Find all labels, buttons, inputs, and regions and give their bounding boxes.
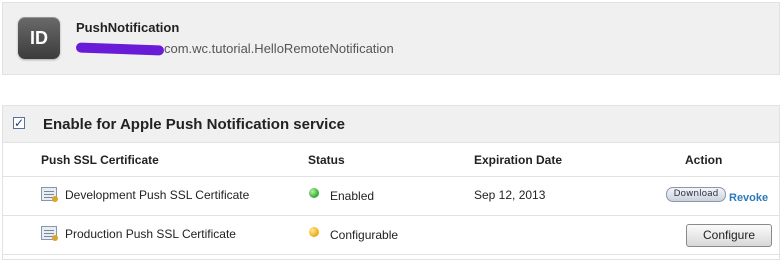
enable-push-checkbox[interactable]: ✓ (13, 117, 25, 129)
certificate-name: Production Push SSL Certificate (65, 227, 236, 241)
column-header-action: Action (685, 153, 723, 167)
app-id-panel: ID PushNotification com.wc.tutorial.Hell… (2, 2, 780, 75)
service-header: ✓ Enable for Apple Push Notification ser… (3, 106, 779, 143)
row-divider (3, 254, 779, 255)
revoke-link[interactable]: Revoke (729, 192, 768, 204)
push-service-panel: ✓ Enable for Apple Push Notification ser… (2, 105, 780, 260)
status-green-icon (309, 188, 319, 198)
download-button[interactable]: Download (666, 187, 726, 202)
configure-button[interactable]: Configure (686, 224, 772, 247)
status-text: Configurable (330, 228, 399, 242)
table-row-development: Development Push SSL Certificate Enabled… (3, 176, 779, 215)
certificate-name: Development Push SSL Certificate (65, 188, 250, 202)
enable-push-label: Enable for Apple Push Notification servi… (43, 116, 346, 133)
certificate-icon (41, 187, 58, 202)
redaction-mark (75, 41, 165, 56)
table-row-production: Production Push SSL Certificate Configur… (3, 215, 779, 254)
certificate-icon (41, 226, 58, 241)
status-yellow-icon (309, 227, 319, 237)
column-header-certificate: Push SSL Certificate (41, 153, 159, 167)
app-id-icon: ID (18, 17, 60, 59)
bundle-id: com.wc.tutorial.HelloRemoteNotification (75, 41, 394, 56)
bundle-id-text: com.wc.tutorial.HelloRemoteNotification (164, 41, 394, 56)
column-header-expiration: Expiration Date (474, 153, 563, 167)
status-text: Enabled (330, 189, 375, 203)
column-header-status: Status (308, 153, 345, 167)
expiration-date: Sep 12, 2013 (474, 188, 546, 202)
app-name: PushNotification (76, 20, 180, 35)
